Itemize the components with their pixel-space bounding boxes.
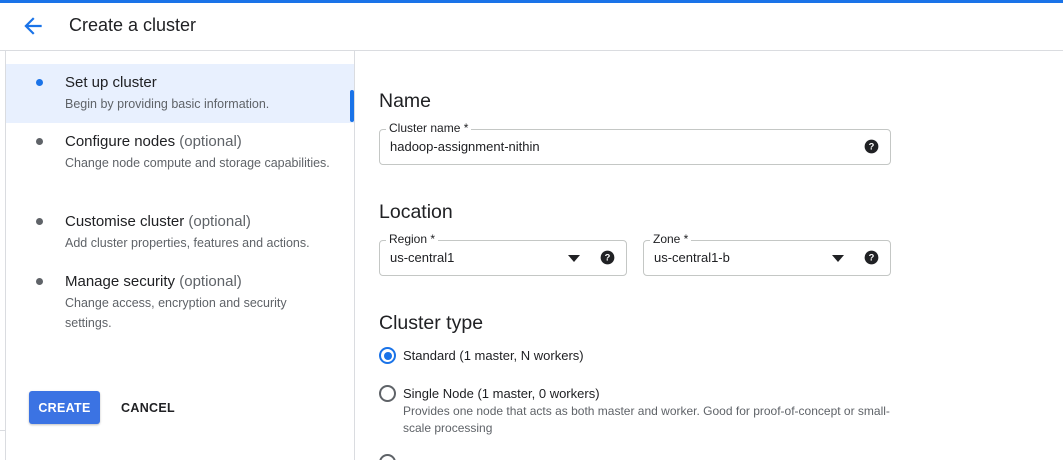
page-title: Create a cluster <box>69 15 197 35</box>
section-heading-location: Location <box>379 201 453 223</box>
step-configure-nodes[interactable]: Configure nodes (optional) Change node c… <box>6 123 354 199</box>
svg-text:?: ? <box>869 142 875 152</box>
step-bullet <box>36 218 43 225</box>
region-label: Region * <box>386 232 439 246</box>
radio-single-node-description: Provides one node that acts as both mast… <box>403 404 890 435</box>
region-select[interactable]: Region * us-central1 ? <box>379 232 627 276</box>
page-header: Create a cluster <box>0 3 1063 51</box>
arrow-back-icon[interactable] <box>20 13 46 39</box>
step-title: Customise cluster (optional) <box>65 213 251 230</box>
radio-single-node[interactable] <box>379 385 396 402</box>
dropdown-caret-icon[interactable] <box>568 255 580 262</box>
step-title: Configure nodes (optional) <box>65 133 242 150</box>
step-description: Add cluster properties, features and act… <box>65 236 310 250</box>
main-form: Name Cluster name * hadoop-assignment-ni… <box>356 51 1063 460</box>
svg-text:?: ? <box>869 253 875 263</box>
radio-standard-label[interactable]: Standard (1 master, N workers) <box>403 348 584 363</box>
create-button[interactable]: CREATE <box>29 391 100 424</box>
step-title: Manage security (optional) <box>65 273 242 290</box>
cluster-name-field[interactable]: Cluster name * hadoop-assignment-nithin … <box>379 121 891 165</box>
optional-tag: (optional) <box>188 213 251 230</box>
step-title: Set up cluster <box>65 74 157 91</box>
section-heading-cluster-type: Cluster type <box>379 312 484 334</box>
step-set-up-cluster[interactable]: Set up cluster Begin by providing basic … <box>6 64 354 123</box>
step-description: Begin by providing basic information. <box>65 97 270 111</box>
cancel-button[interactable]: CANCEL <box>116 391 180 424</box>
step-description: Change access, encryption and security s… <box>65 296 287 330</box>
zone-value: us-central1-b <box>654 250 730 265</box>
back-button[interactable] <box>20 13 46 39</box>
step-customise-cluster[interactable]: Customise cluster (optional) Add cluster… <box>6 203 354 259</box>
radio-standard[interactable] <box>379 347 396 364</box>
step-description: Change node compute and storage capabili… <box>65 156 330 170</box>
step-bullet <box>36 138 43 145</box>
zone-label: Zone * <box>650 232 692 246</box>
dropdown-caret-icon[interactable] <box>832 255 844 262</box>
step-bullet <box>36 278 43 285</box>
help-icon[interactable]: ? <box>864 250 879 265</box>
region-value: us-central1 <box>390 250 455 265</box>
help-icon[interactable]: ? <box>864 139 879 154</box>
zone-select[interactable]: Zone * us-central1-b ? <box>643 232 891 276</box>
cluster-name-label: Cluster name * <box>386 121 472 135</box>
optional-tag: (optional) <box>179 273 242 290</box>
cluster-name-value[interactable]: hadoop-assignment-nithin <box>390 139 540 154</box>
optional-tag: (optional) <box>179 133 242 150</box>
step-manage-security[interactable]: Manage security (optional) Change access… <box>6 263 354 339</box>
section-heading-name: Name <box>379 90 432 112</box>
stepper-sidebar: Set up cluster Begin by providing basic … <box>6 51 355 460</box>
active-step-indicator <box>350 90 354 122</box>
help-icon[interactable]: ? <box>600 250 615 265</box>
radio-high-availability[interactable] <box>379 454 396 460</box>
radio-single-node-label[interactable]: Single Node (1 master, 0 workers) <box>403 386 600 401</box>
step-bullet <box>36 79 43 86</box>
svg-text:?: ? <box>605 253 611 263</box>
